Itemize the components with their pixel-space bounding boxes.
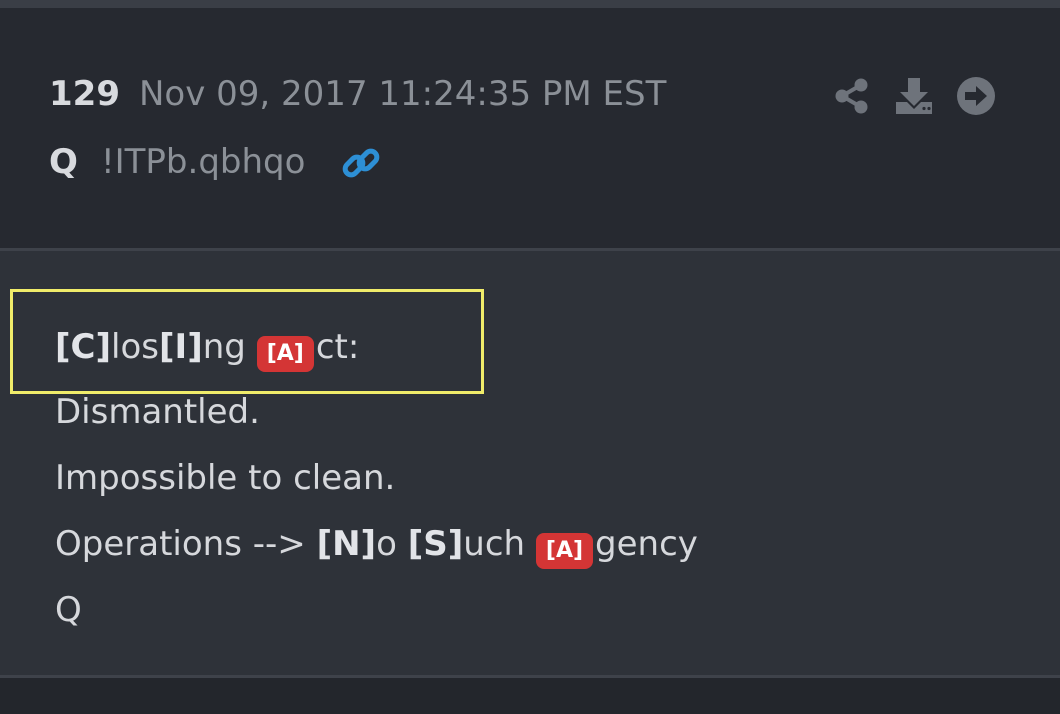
post-header	[0, 8, 1060, 248]
bracket-letter-s: [S]	[407, 524, 464, 564]
message-line-3: Impossible to clean.	[55, 458, 396, 498]
post-tripcode: !ITPb.qbhqo	[101, 142, 306, 182]
bracket-letter-n: [N]	[316, 524, 377, 564]
message-line-2: Dismantled.	[55, 392, 260, 432]
download-icon[interactable]	[894, 76, 934, 116]
letter-a-badge: [A]	[256, 336, 314, 372]
post-author: Q	[49, 142, 78, 182]
message-line-1: [C]los[I]ng [A] ct:	[55, 325, 359, 372]
bracket-letter-c: [C]	[55, 327, 112, 367]
share-icon[interactable]	[832, 76, 872, 116]
arrow-circle-right-icon[interactable]	[956, 76, 996, 116]
message-line-4: Operations --> [N]o [S]uch [A] gency	[55, 522, 698, 569]
top-rule	[0, 0, 1060, 8]
message-signature: Q	[55, 590, 82, 630]
post-footer	[0, 678, 1060, 714]
post-number: 129	[49, 74, 120, 114]
bracket-letter-i: [I]	[159, 327, 203, 367]
post-date: Nov 09, 2017 11:24:35 PM EST	[139, 74, 667, 114]
link-icon[interactable]	[340, 142, 382, 184]
letter-a-badge: [A]	[535, 533, 594, 569]
